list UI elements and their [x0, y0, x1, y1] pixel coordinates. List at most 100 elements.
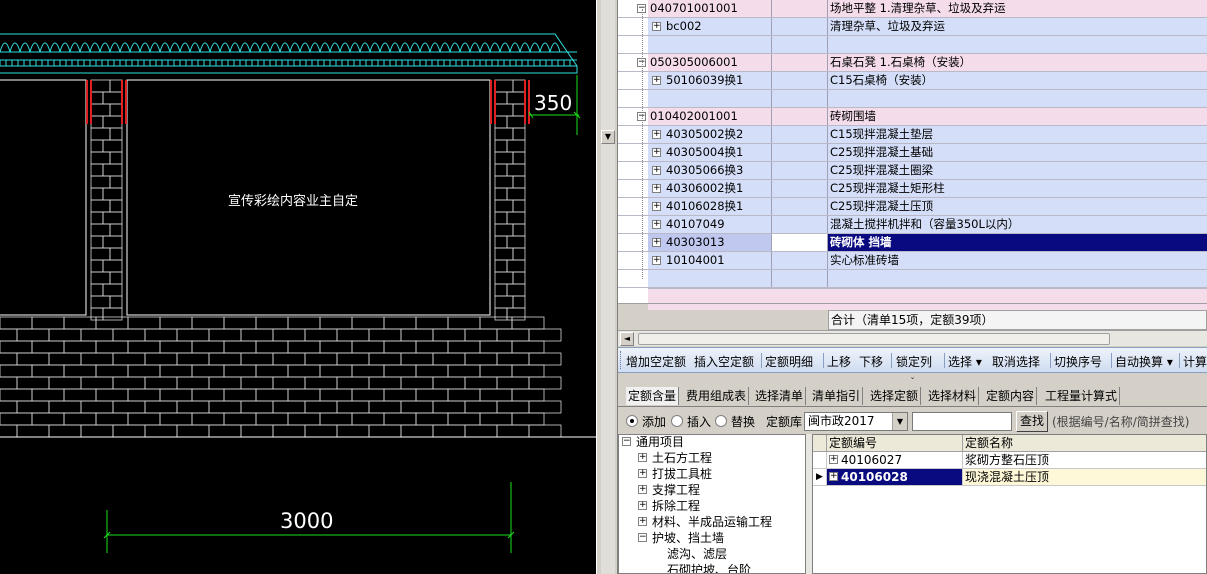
- quota-list[interactable]: 定额编号 定额名称 40106027 + 浆砌方整石压顶 ▶ 40106028 + 现浇混凝…: [812, 434, 1207, 574]
- find-button[interactable]: 查找: [1016, 411, 1048, 432]
- toolbar-button[interactable]: 下移: [859, 353, 883, 370]
- expand-icon[interactable]: +: [652, 256, 661, 265]
- tree-node[interactable]: + 材料、半成品运输工程: [638, 514, 772, 530]
- tab[interactable]: 选择定额: [868, 387, 922, 405]
- toolbar-button[interactable]: 选择 ▾: [948, 353, 982, 370]
- toolbar-button[interactable]: 切换序号: [1054, 353, 1102, 370]
- quota-row[interactable]: 40106027 + 浆砌方整石压顶: [813, 452, 1206, 469]
- tree-node[interactable]: − 护坡、挡土墙: [638, 530, 724, 546]
- tree-node[interactable]: + 支撑工程: [638, 482, 700, 498]
- brick: [464, 352, 498, 366]
- expand-icon[interactable]: +: [652, 148, 661, 157]
- tree-leaf[interactable]: 石砌护坡、台阶: [667, 562, 751, 573]
- tab[interactable]: 定额内容: [984, 387, 1038, 405]
- toolbar-button[interactable]: 计算: [1183, 353, 1207, 370]
- row-code: bc002: [648, 18, 772, 35]
- quota-row[interactable]: ▶ 40106028 + 现浇混凝土压顶: [813, 469, 1206, 486]
- grid-row[interactable]: 40305004换1 C25现拌混凝土基础 +: [618, 144, 1207, 162]
- row-name: C15石桌椅（安装）: [830, 73, 934, 87]
- expand-icon[interactable]: +: [652, 238, 661, 247]
- scroll-down-icon[interactable]: ▼: [601, 130, 615, 144]
- grid-row[interactable]: 40305066换3 C25现拌混凝土圈梁 +: [618, 162, 1207, 180]
- grid-row[interactable]: 50106039换1 C15石桌椅（安装） +: [618, 72, 1207, 90]
- tree-node[interactable]: + 打拔工具桩: [638, 466, 712, 482]
- tab[interactable]: 工程量计算式: [1043, 387, 1121, 405]
- expand-icon[interactable]: +: [652, 130, 661, 139]
- brick: [447, 412, 481, 426]
- expand-icon[interactable]: +: [829, 455, 838, 464]
- tree-node[interactable]: + 拆除工程: [638, 498, 700, 514]
- grid-row[interactable]: 40106028换1 C25现拌混凝土压顶 +: [618, 198, 1207, 216]
- expand-icon[interactable]: +: [829, 472, 838, 481]
- tab[interactable]: 选择材料: [926, 387, 980, 405]
- collapse-icon[interactable]: −: [638, 533, 647, 542]
- expand-icon[interactable]: +: [638, 501, 647, 510]
- cad-vertical-scrollbar[interactable]: ▼: [601, 0, 615, 574]
- expand-icon[interactable]: +: [638, 485, 647, 494]
- tab[interactable]: 定额含量: [626, 387, 680, 405]
- chevron-down-icon[interactable]: ▼: [892, 413, 907, 430]
- brick: [90, 271, 111, 285]
- brick: [512, 151, 526, 165]
- brick: [272, 424, 306, 438]
- brick: [63, 340, 97, 354]
- scroll-left-icon[interactable]: ◄: [620, 332, 634, 346]
- toolbar-button[interactable]: 锁定列: [896, 353, 932, 370]
- tree-root[interactable]: − 通用项目: [622, 435, 685, 450]
- toolbar-button[interactable]: 插入空定额: [694, 353, 754, 370]
- tree-node[interactable]: + 土石方工程: [638, 450, 712, 466]
- toolbar-button[interactable]: 取消选择: [992, 353, 1040, 370]
- grid-row[interactable]: 040701001001 场地平整 1.清理杂草、垃圾及弃运 −: [618, 0, 1207, 18]
- toolbar-button[interactable]: 自动换算 ▾: [1115, 353, 1173, 370]
- brick: [208, 352, 242, 366]
- brick: [506, 211, 526, 225]
- row-unit: [772, 0, 828, 17]
- expand-icon[interactable]: +: [652, 184, 661, 193]
- pane-splitter[interactable]: ▼: [596, 0, 618, 574]
- roof-tile: [489, 42, 501, 53]
- library-select[interactable]: 闽市政2017 ▼: [804, 412, 908, 431]
- expand-icon[interactable]: +: [638, 453, 647, 462]
- expand-icon[interactable]: +: [652, 166, 661, 175]
- bill-grid[interactable]: 040701001001 场地平整 1.清理杂草、垃圾及弃运 − bc002 清理杂草、…: [618, 0, 1207, 303]
- grid-row[interactable]: 40306002换1 C25现拌混凝土矩形柱 +: [618, 180, 1207, 198]
- search-input[interactable]: [912, 412, 1012, 431]
- tree-node-label: 通用项目: [636, 435, 685, 449]
- brick: [336, 376, 370, 390]
- chapter-tree[interactable]: − 通用项目 + 土石方工程 + 打拔工具桩 + 支撑工程 + 拆除工程 + 材料、半成品运输工程 − 护…: [618, 434, 806, 574]
- grid-row[interactable]: 010402001001 砖砌围墙 −: [618, 108, 1207, 126]
- row-unit: [772, 108, 828, 125]
- grid-horizontal-scrollbar[interactable]: ◄: [618, 330, 1207, 346]
- expand-chevron-icon[interactable]: ⌄: [618, 373, 1207, 381]
- grid-row[interactable]: 40303013 砖砌体 挡墙 +: [618, 234, 1207, 252]
- brick: [506, 283, 526, 297]
- brick: [494, 295, 514, 309]
- toolbar-button[interactable]: 增加空定额: [626, 353, 686, 370]
- toolbar-button[interactable]: 上移: [827, 353, 851, 370]
- grid-row[interactable]: 40305002换2 C15现拌混凝土垫层 +: [618, 126, 1207, 144]
- collapse-icon[interactable]: −: [622, 437, 631, 446]
- grid-row[interactable]: [618, 270, 1207, 288]
- tab[interactable]: 选择清单: [753, 387, 807, 405]
- grid-row[interactable]: 050305006001 石桌石凳 1.石桌椅（安装） −: [618, 54, 1207, 72]
- insert-radio[interactable]: [671, 415, 683, 427]
- expand-icon[interactable]: +: [638, 469, 647, 478]
- grid-row[interactable]: 40107049 混凝土搅拌机拌和（容量350L以内） +: [618, 216, 1207, 234]
- tab[interactable]: 费用组成表: [684, 387, 750, 405]
- scroll-thumb[interactable]: [638, 333, 1110, 345]
- cad-drawing-viewport[interactable]: 350 3000 宣传彩绘内容业主自定: [0, 0, 596, 574]
- grid-row[interactable]: 10104001 实心标准砖墙 +: [618, 252, 1207, 270]
- grid-row[interactable]: [618, 90, 1207, 108]
- expand-icon[interactable]: +: [652, 220, 661, 229]
- grid-row[interactable]: [618, 36, 1207, 54]
- tab[interactable]: 清单指引: [810, 387, 864, 405]
- grid-row[interactable]: bc002 清理杂草、垃圾及弃运 +: [618, 18, 1207, 36]
- expand-icon[interactable]: +: [638, 517, 647, 526]
- expand-icon[interactable]: +: [652, 22, 661, 31]
- replace-radio[interactable]: [715, 415, 727, 427]
- expand-icon[interactable]: +: [652, 202, 661, 211]
- expand-icon[interactable]: +: [652, 76, 661, 85]
- tree-leaf[interactable]: 滤沟、滤层: [667, 546, 727, 562]
- add-radio[interactable]: [626, 415, 638, 427]
- toolbar-button[interactable]: 定额明细: [765, 353, 813, 370]
